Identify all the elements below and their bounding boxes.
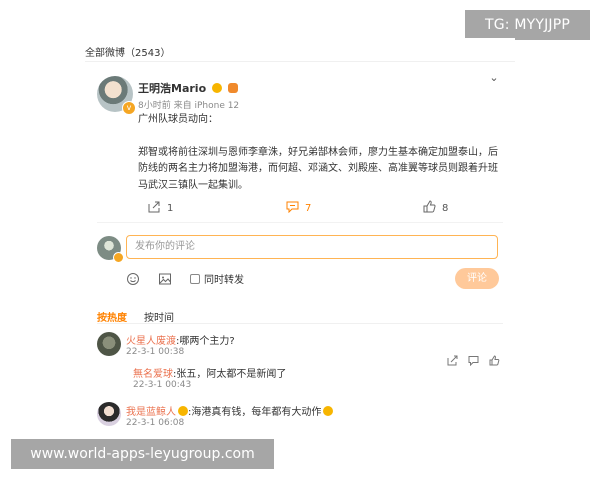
chevron-down-icon[interactable]: ⌄ — [488, 72, 500, 84]
emoji-icon — [178, 406, 188, 416]
commenter-name[interactable]: 火星人废渡 — [126, 336, 176, 347]
comment-text: :海港真有钱，每年都有大动作 — [188, 407, 322, 418]
comment-count: 7 — [305, 203, 312, 214]
verified-badge-icon — [113, 252, 124, 263]
checkbox[interactable] — [190, 274, 200, 284]
post-title-line: 广州队球员动向： — [138, 114, 218, 125]
comment-button[interactable]: 7 — [286, 200, 311, 214]
thumbs-up-icon — [423, 200, 436, 213]
divider — [85, 61, 515, 62]
also-forward-label: 同时转发 — [204, 275, 244, 286]
comment-time: 22-3-1 00:38 — [126, 347, 185, 357]
comment-text: :哪两个主力? — [176, 336, 235, 347]
also-forward-toggle[interactable]: 同时转发 — [190, 271, 244, 286]
comment-input[interactable]: 发布你的评论 — [126, 235, 498, 259]
reply-text: :张五，阿太都不是新闻了 — [173, 369, 287, 380]
grin-emoji-icon — [323, 406, 334, 416]
submit-comment-button[interactable]: 评论 — [455, 268, 499, 289]
comment-time: 22-3-1 06:08 — [126, 418, 185, 428]
author-line: 王明浩Mario — [138, 80, 238, 96]
like-count: 8 — [442, 203, 449, 214]
forward-icon — [148, 201, 160, 213]
comment-icon — [286, 201, 299, 214]
emoji-picker-icon[interactable] — [126, 271, 140, 285]
post-meta: 8小时前 来自 iPhone 12 — [138, 98, 239, 111]
post-time[interactable]: 8小时前 — [138, 101, 171, 111]
tab-sort-time[interactable]: 按时间 — [144, 309, 174, 324]
commenter-avatar[interactable] — [97, 332, 121, 356]
post-body: 郑智或将前往深圳与恩师李章洙，好兄弟郜林会师，廖力生基本确定加盟泰山，后防线的两… — [138, 146, 498, 191]
tab-sort-hot[interactable]: 按热度 — [97, 309, 127, 324]
reply-user-name[interactable]: 無名爱球 — [133, 369, 173, 380]
badge-icon — [227, 83, 238, 93]
divider — [97, 222, 503, 223]
reply-time: 22-3-1 00:43 — [133, 380, 192, 390]
reply-text-line: 無名爱球:张五，阿太都不是新闻了 — [133, 365, 286, 380]
emoji-icon — [211, 83, 222, 93]
comment-text-line: 火星人废渡:哪两个主力? — [126, 332, 235, 347]
section-title: 全部微博（2543） — [85, 48, 171, 59]
forward-icon[interactable] — [447, 351, 458, 366]
watermark-url: www.world-apps-leyugroup.com — [11, 439, 274, 469]
watermark-telegram: TG: MYYJJPP — [465, 10, 590, 40]
like-button[interactable]: 8 — [423, 200, 448, 214]
comment-icon[interactable] — [468, 351, 479, 367]
comment-text-line: 我是蓝鲸人 :海港真有钱，每年都有大动作 — [126, 403, 334, 418]
image-upload-icon[interactable] — [158, 271, 172, 285]
verified-badge-icon: v — [122, 101, 136, 115]
post-source: 来自 iPhone 12 — [173, 101, 240, 111]
commenter-name[interactable]: 我是蓝鲸人 — [126, 407, 176, 418]
divider — [97, 323, 503, 324]
forward-count: 1 — [167, 203, 174, 214]
commenter-avatar[interactable] — [97, 402, 121, 426]
post-content: 广州队球员动向： 郑智或将前往深圳与恩师李章洙，好兄弟郜林会师，廖力生基本确定加… — [138, 112, 498, 194]
author-name[interactable]: 王明浩Mario — [138, 82, 206, 95]
forward-button[interactable]: 1 — [148, 200, 173, 214]
thumbs-up-icon[interactable] — [489, 351, 500, 366]
